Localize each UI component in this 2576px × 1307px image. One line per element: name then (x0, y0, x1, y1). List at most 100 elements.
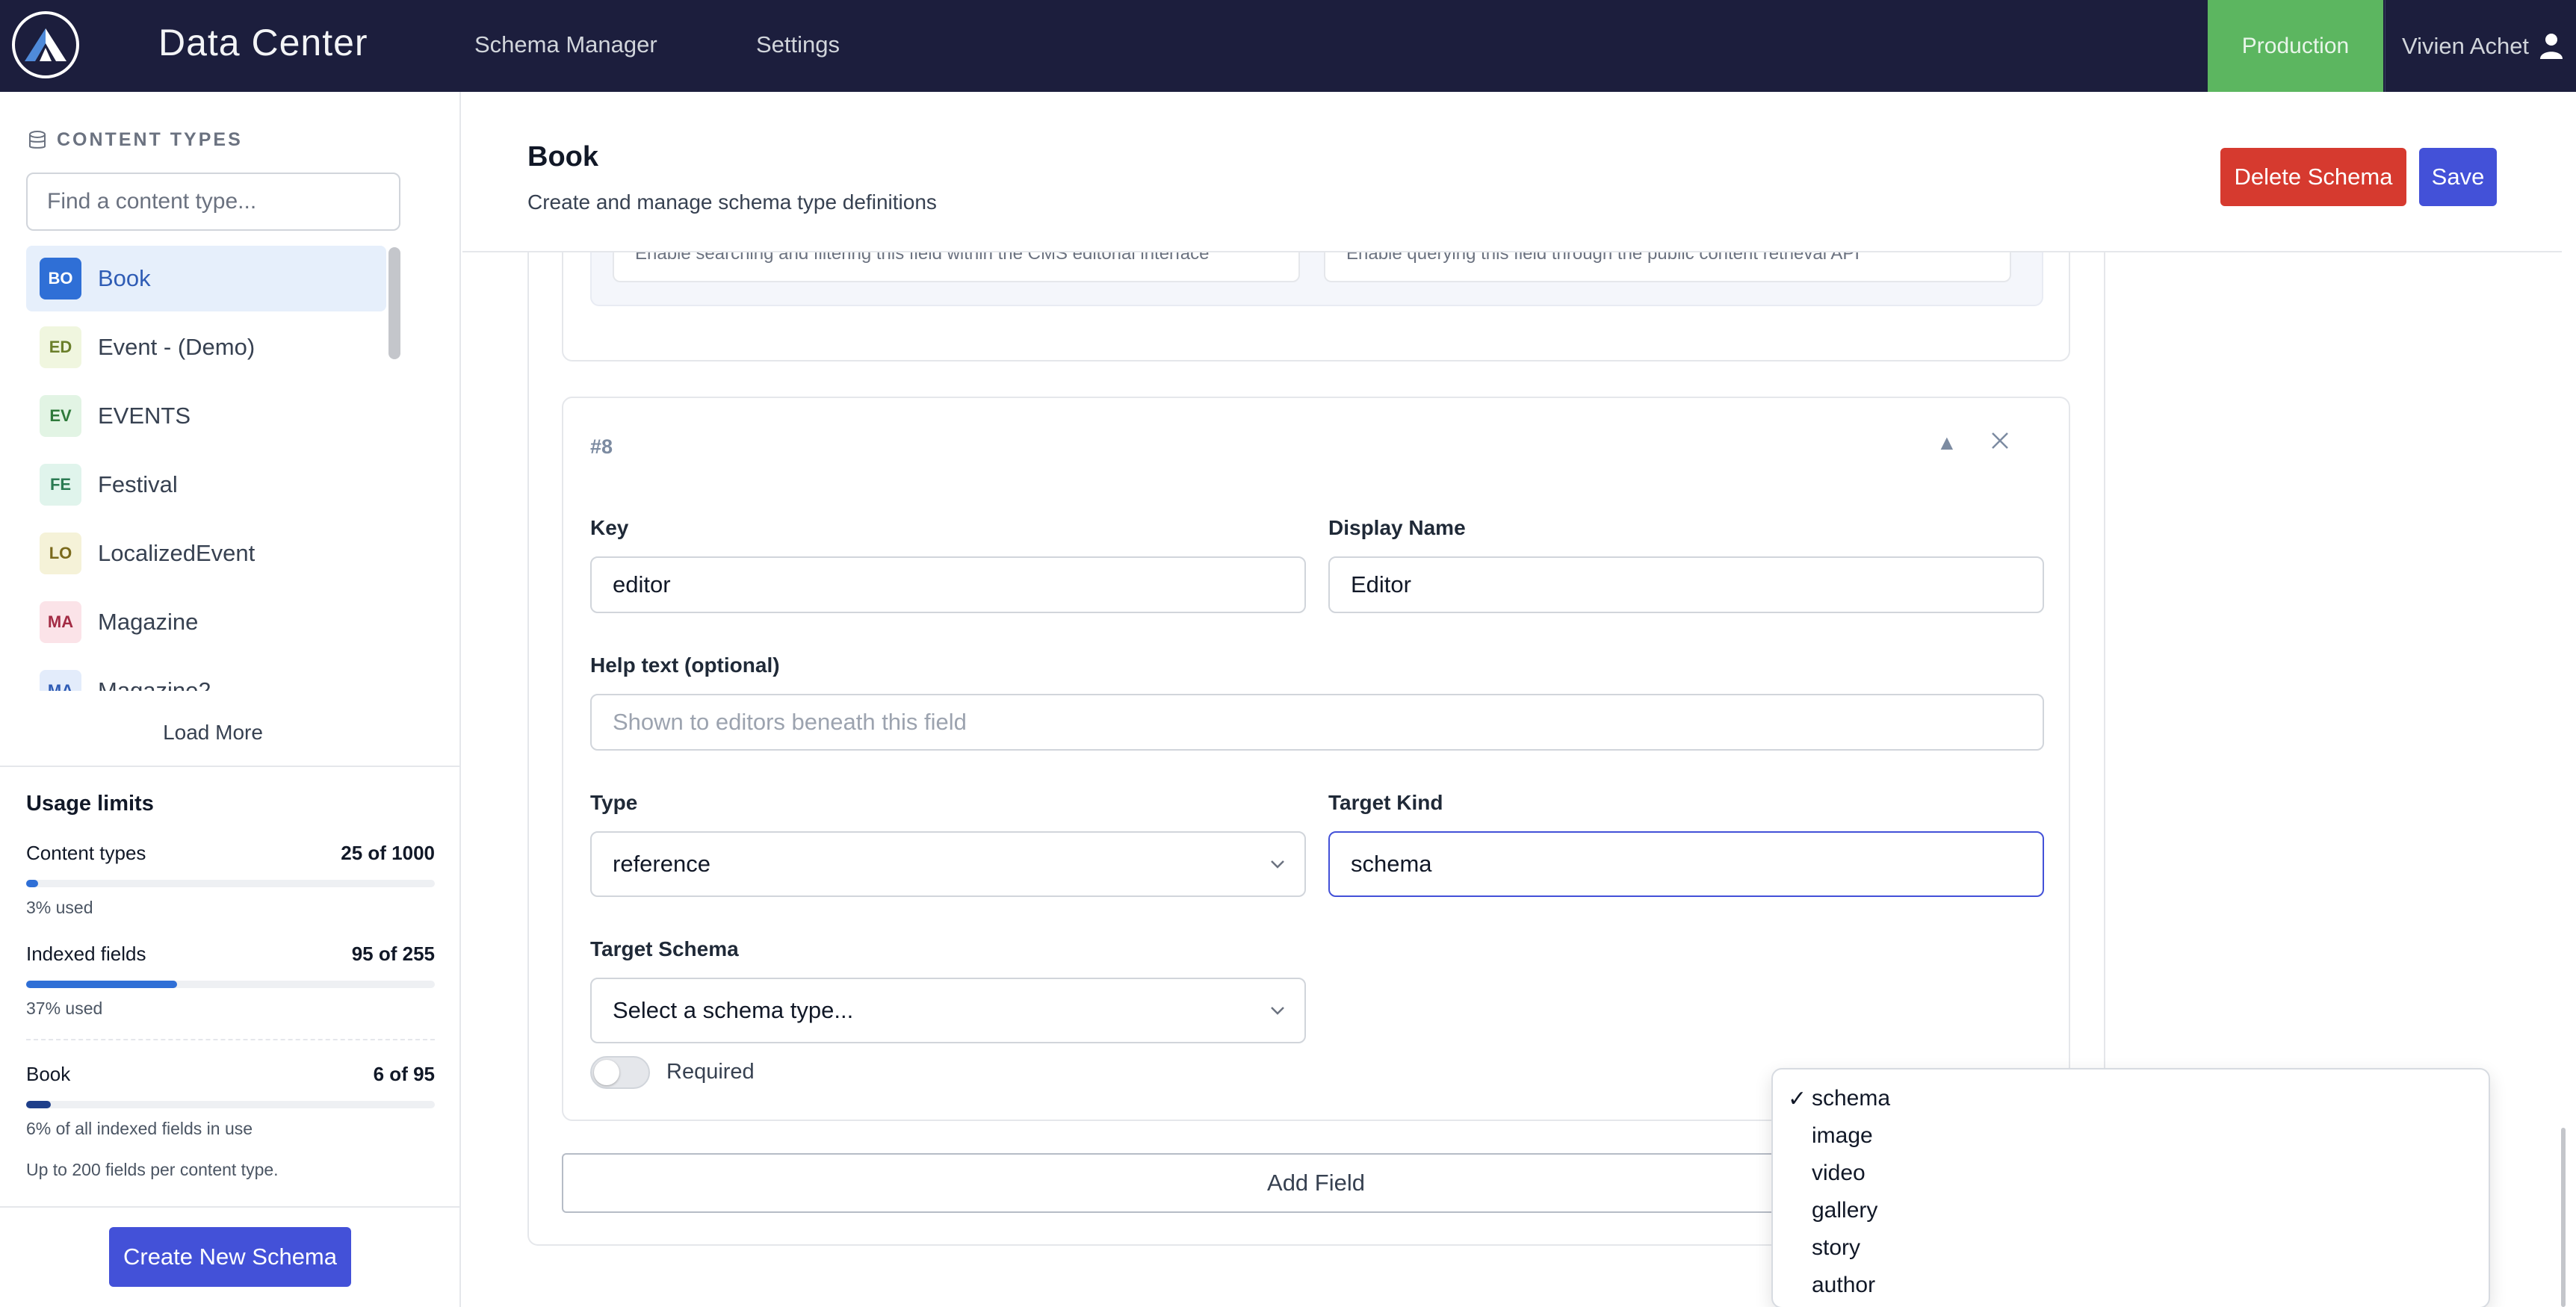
target-kind-option[interactable]: image (1773, 1117, 2489, 1155)
usage-content-types: Content types 25 of 1000 3% used (26, 842, 435, 918)
required-label: Required (666, 1060, 755, 1084)
previous-field-options: Enable searching and filtering this fiel… (590, 252, 2043, 306)
cms-searchable-option: Enable searching and filtering this fiel… (613, 252, 1300, 282)
usage-value: 6 of 95 (373, 1063, 435, 1085)
page-title: Book (527, 141, 598, 173)
content-type-name: LocalizedEvent (98, 540, 256, 566)
target-kind-option-label: story (1812, 1235, 1861, 1260)
create-new-schema-button[interactable]: Create New Schema (109, 1227, 351, 1287)
api-queryable-help: Enable querying this field through the p… (1346, 252, 1860, 264)
content-types-header: CONTENT TYPES (28, 129, 243, 151)
sidebar-item-content-type[interactable]: ED Event - (Demo) (26, 314, 386, 380)
content-list-scrollbar[interactable] (388, 247, 400, 359)
target-kind-option[interactable]: video (1773, 1155, 2489, 1192)
type-label: Type (590, 791, 638, 814)
nav-settings[interactable]: Settings (756, 31, 840, 58)
field-card: #8 ▲ Key Display Name Help text (optiona… (562, 397, 2070, 1121)
content-type-badge: FE (40, 464, 81, 506)
usage-label: Book (26, 1063, 71, 1085)
content-type-badge: LO (40, 533, 81, 574)
content-types-title: CONTENT TYPES (57, 129, 243, 150)
target-kind-option[interactable]: author (1773, 1267, 2489, 1304)
page-scrollbar[interactable] (2561, 1128, 2566, 1307)
app-title: Data Center (158, 22, 368, 63)
usage-progress-bar (26, 880, 435, 887)
type-select[interactable]: reference (590, 831, 1306, 897)
sidebar-item-content-type[interactable]: MA Magazine (26, 589, 386, 655)
content-type-badge: EV (40, 395, 81, 437)
sidebar-item-content-type[interactable]: FE Festival (26, 452, 386, 518)
key-input[interactable] (590, 556, 1306, 613)
save-button[interactable]: Save (2419, 148, 2497, 206)
content-type-name: Event - (Demo) (98, 334, 256, 360)
target-kind-option[interactable]: ✓ schema (1773, 1080, 2489, 1117)
previous-field-card: Enable searching and filtering this fiel… (562, 252, 2070, 361)
required-toggle[interactable] (590, 1056, 650, 1089)
usage-limits-title: Usage limits (26, 792, 154, 816)
sidebar-item-content-type[interactable]: LO LocalizedEvent (26, 521, 386, 586)
content-type-list: BO Book ED Event - (Demo) EV EVENTS FE Festival… (26, 246, 386, 691)
sidebar-item-content-type[interactable]: MA Magazine2 (26, 658, 386, 691)
nav-schema-manager[interactable]: Schema Manager (474, 31, 657, 58)
content-type-badge: MA (40, 601, 81, 643)
target-kind-select-value: schema (1351, 851, 1432, 877)
target-kind-select[interactable]: schema (1328, 831, 2044, 897)
content-type-search-input[interactable] (26, 173, 400, 231)
usage-progress-fill (26, 880, 39, 887)
collapse-up-icon[interactable]: ▲ (1936, 431, 1957, 455)
delete-schema-button[interactable]: Delete Schema (2220, 148, 2406, 206)
field-number: #8 (590, 435, 613, 458)
content-type-name: Book (98, 265, 151, 291)
display-name-label: Display Name (1328, 516, 1466, 539)
target-kind-option-label: video (1812, 1161, 1866, 1185)
top-navigation-bar: Data Center Schema Manager Settings Prod… (0, 0, 2576, 92)
usage-progress-fill (26, 981, 178, 988)
target-schema-select[interactable]: Select a schema type... (590, 978, 1306, 1043)
content-type-badge: ED (40, 326, 81, 368)
display-name-input[interactable] (1328, 556, 2044, 613)
chevron-down-icon (1271, 860, 1284, 869)
content-type-name: EVENTS (98, 403, 191, 429)
sidebar-item-content-type[interactable]: EV EVENTS (26, 383, 386, 449)
checkmark-icon: ✓ (1788, 1086, 1807, 1111)
usage-percent: 3% used (26, 898, 93, 917)
content-type-name: Magazine (98, 609, 199, 635)
load-more-button[interactable]: Load More (0, 721, 426, 745)
usage-progress-bar (26, 981, 435, 988)
sidebar-item-content-type[interactable]: BO Book (26, 246, 386, 311)
app-logo-icon[interactable] (12, 11, 79, 78)
toggle-knob (594, 1060, 619, 1085)
user-menu[interactable]: Vivien Achet (2385, 0, 2576, 92)
api-queryable-option: Enable querying this field through the p… (1324, 252, 2011, 282)
type-select-value: reference (613, 851, 710, 877)
environment-badge[interactable]: Production (2208, 0, 2383, 92)
sidebar-divider (0, 766, 459, 767)
sidebar-divider (0, 1206, 459, 1208)
target-kind-option-label: schema (1812, 1086, 1891, 1111)
usage-value: 25 of 1000 (341, 842, 435, 864)
usage-progress-bar (26, 1101, 435, 1108)
help-text-label: Help text (optional) (590, 654, 780, 677)
content-type-badge: MA (40, 670, 81, 691)
user-name: Vivien Achet (2402, 32, 2530, 59)
target-kind-option-label: image (1812, 1123, 1873, 1148)
target-kind-option[interactable]: gallery (1773, 1192, 2489, 1229)
user-icon (2540, 33, 2563, 59)
target-kind-label: Target Kind (1328, 791, 1443, 814)
usage-progress-fill (26, 1101, 51, 1108)
page-subtitle: Create and manage schema type definition… (527, 190, 937, 214)
help-text-input[interactable] (590, 694, 2044, 751)
usage-note: Up to 200 fields per content type. (26, 1160, 279, 1179)
usage-value: 95 of 255 (351, 943, 435, 965)
target-kind-option[interactable]: story (1773, 1229, 2489, 1267)
schema-editor-scroll-area: Enable searching and filtering this fiel… (462, 252, 2562, 1307)
cms-searchable-help: Enable searching and filtering this fiel… (635, 252, 1210, 264)
remove-field-close-icon[interactable] (1990, 431, 2010, 456)
target-kind-option-label: gallery (1812, 1198, 1878, 1223)
usage-divider (26, 1039, 435, 1040)
content-type-badge: BO (40, 258, 81, 299)
target-schema-placeholder: Select a schema type... (613, 997, 854, 1023)
key-label: Key (590, 516, 629, 539)
usage-indexed-fields: Indexed fields 95 of 255 37% used (26, 943, 435, 1019)
usage-book: Book 6 of 95 6% of all indexed fields in… (26, 1063, 435, 1139)
